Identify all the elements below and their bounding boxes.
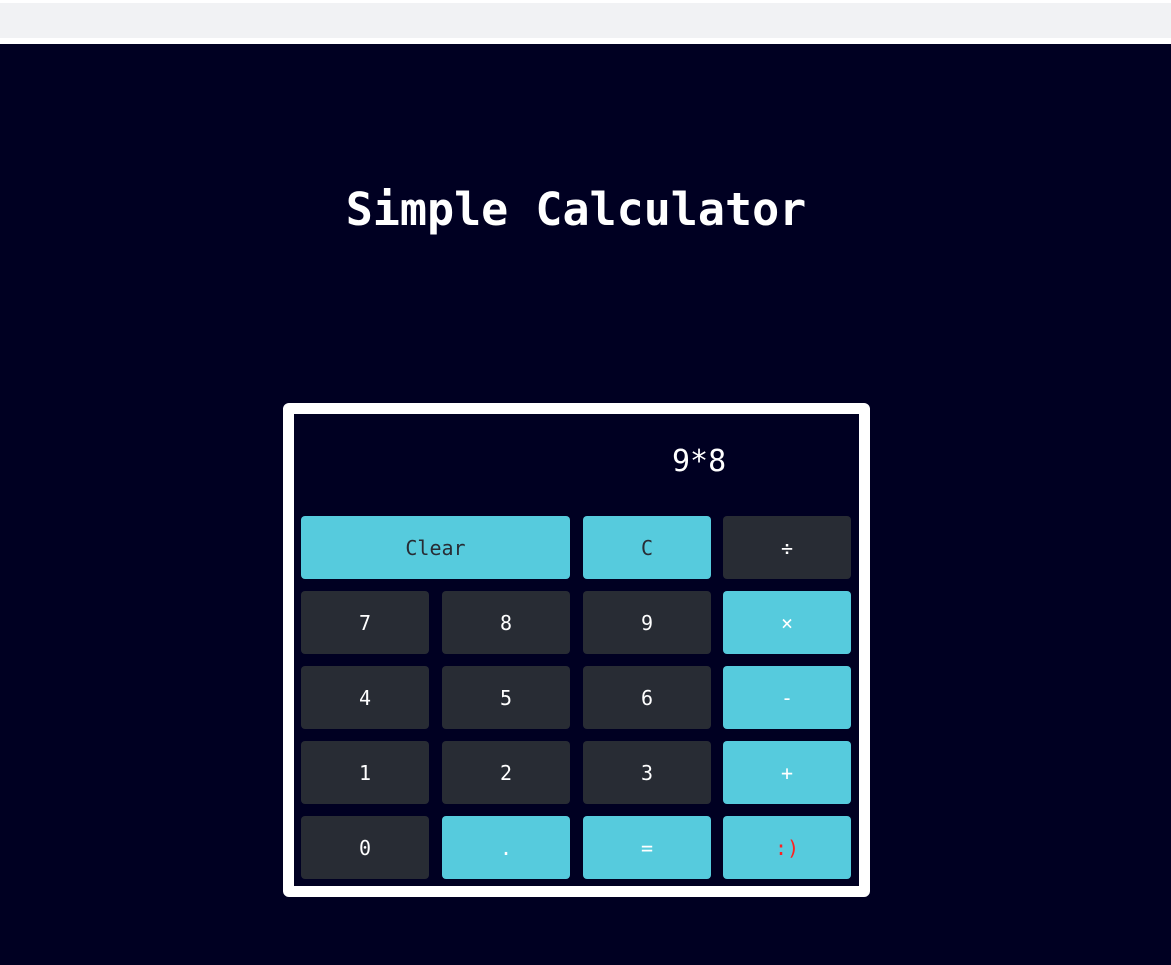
page-title: Simple Calculator (345, 183, 807, 236)
digit-8-button[interactable]: 8 (442, 591, 570, 654)
digit-5-button[interactable]: 5 (442, 666, 570, 729)
digit-6-button[interactable]: 6 (583, 666, 711, 729)
digit-4-button[interactable]: 4 (301, 666, 429, 729)
browser-top-strip (0, 0, 1171, 38)
digit-7-button[interactable]: 7 (301, 591, 429, 654)
backspace-button[interactable]: C (583, 516, 711, 579)
multiply-button[interactable]: × (723, 591, 851, 654)
digit-2-button[interactable]: 2 (442, 741, 570, 804)
calculator: 9*8 Clear C ÷ 7 8 9 × 4 5 6 - 1 2 3 + 0 … (283, 403, 870, 897)
smiley-button[interactable]: :) (723, 816, 851, 879)
digit-9-button[interactable]: 9 (583, 591, 711, 654)
subtract-button[interactable]: - (723, 666, 851, 729)
equals-button[interactable]: = (583, 816, 711, 879)
divide-button[interactable]: ÷ (723, 516, 851, 579)
decimal-button[interactable]: . (442, 816, 570, 879)
digit-0-button[interactable]: 0 (301, 816, 429, 879)
page-body: Simple Calculator 9*8 Clear C ÷ 7 8 9 × … (0, 44, 1171, 965)
digit-3-button[interactable]: 3 (583, 741, 711, 804)
digit-1-button[interactable]: 1 (301, 741, 429, 804)
display-value: 9*8 (672, 444, 727, 479)
clear-button[interactable]: Clear (301, 516, 570, 579)
add-button[interactable]: + (723, 741, 851, 804)
calculator-display: 9*8 (294, 414, 859, 514)
